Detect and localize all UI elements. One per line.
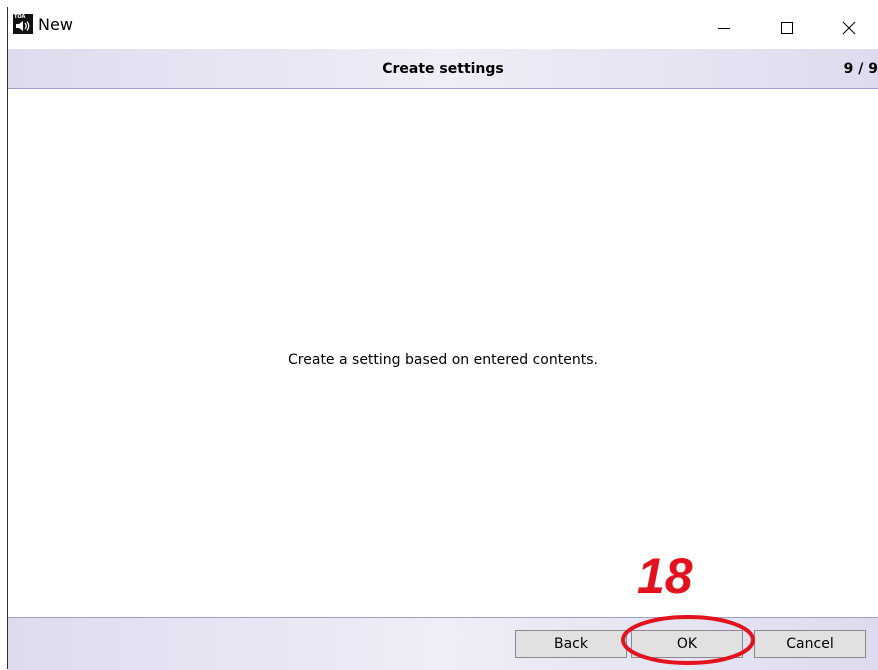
back-button[interactable]: Back: [515, 630, 627, 658]
toa-speaker-app-icon: TOA: [13, 14, 33, 34]
title-bar[interactable]: TOA New: [8, 7, 878, 49]
close-icon: [842, 21, 856, 35]
minimize-button[interactable]: [701, 7, 747, 49]
close-button[interactable]: [826, 7, 872, 49]
wizard-content: Create a setting based on entered conten…: [8, 89, 878, 617]
speaker-icon: [16, 21, 30, 31]
step-counter: 9 / 9: [843, 61, 878, 77]
minimize-icon: [718, 28, 730, 29]
annotation-step-number: 18: [637, 548, 693, 604]
info-message: Create a setting based on entered conten…: [288, 352, 598, 368]
wizard-header: Create settings 9 / 9: [8, 49, 878, 89]
maximize-icon: [781, 22, 793, 34]
page-title: Create settings: [382, 61, 504, 77]
window-title: New: [38, 15, 73, 34]
wizard-window: TOA New Create settings 9 / 9 Create a s…: [7, 7, 878, 670]
maximize-button[interactable]: [764, 7, 810, 49]
annotation-highlight-ellipse: [621, 615, 755, 665]
cancel-button[interactable]: Cancel: [754, 630, 866, 658]
